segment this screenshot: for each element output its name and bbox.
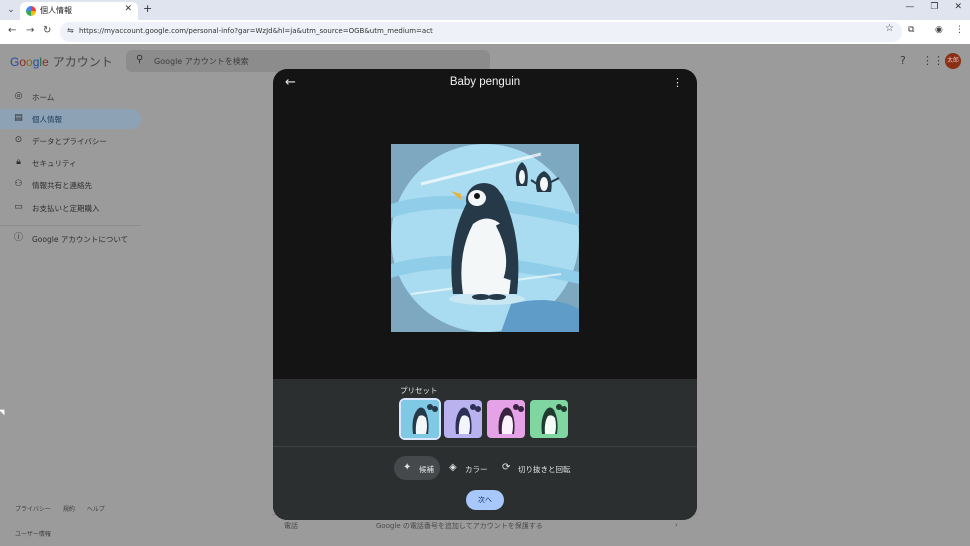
sidebar-divider — [0, 225, 141, 226]
forward-icon[interactable]: → — [26, 25, 34, 36]
sidebar-item-security[interactable]: 🔒︎ セキュリティ — [0, 153, 141, 173]
footer-privacy-link[interactable]: プライバシー — [15, 506, 51, 513]
tab-title: 個人情報 — [40, 6, 72, 15]
apps-grid-icon[interactable]: ⋮⋮ — [922, 54, 944, 67]
address-bar[interactable]: ⇋ https://myaccount.google.com/personal-… — [60, 22, 902, 42]
screen: ⌄ 個人情報 ✕ + — ❐ ✕ ← → ↻ ⇋ https://myaccou… — [0, 0, 970, 546]
new-tab-icon[interactable]: + — [143, 2, 152, 15]
person-circle-icon: ◎ — [14, 91, 23, 101]
id-card-icon: ▤ — [14, 113, 23, 123]
search-placeholder: Google アカウントを検索 — [154, 57, 249, 66]
sidebar-item-personal-info[interactable]: ▤ 個人情報 — [0, 109, 141, 129]
site-info-icon[interactable]: ⇋ — [67, 26, 74, 35]
sidebar-item-data-privacy[interactable]: ⊙ データとプライバシー — [0, 131, 141, 151]
footer-help-link[interactable]: ヘルプ — [87, 506, 105, 513]
google-favicon-icon — [26, 6, 36, 16]
penguin-preview-image — [391, 144, 579, 332]
google-account-logo[interactable]: Google アカウント — [10, 53, 113, 70]
sidebar-item-sharing[interactable]: ⚇ 情報共有と連絡先 — [0, 175, 141, 195]
footer-links: プライバシー 規約 ヘルプ — [15, 504, 115, 513]
tab-close-icon[interactable]: ✕ — [124, 4, 132, 14]
back-icon[interactable]: ← — [8, 25, 16, 36]
browser-toolbar: ← → ↻ ⇋ https://myaccount.google.com/per… — [0, 20, 970, 44]
mouse-cursor — [0, 406, 8, 416]
footer-user-info[interactable]: ユーザー情報 — [15, 529, 51, 538]
preset-thumb-green[interactable] — [530, 400, 568, 438]
profile-icon[interactable]: ◉ — [935, 25, 943, 35]
reload-icon[interactable]: ↻ — [43, 25, 51, 36]
extensions-icon[interactable]: ⧉ — [908, 25, 914, 35]
preset-thumb-pink[interactable] — [487, 400, 525, 438]
window-controls: — ❐ ✕ — [905, 2, 962, 12]
browser-tab[interactable]: 個人情報 ✕ — [20, 2, 138, 20]
search-icon: ⚲ — [136, 54, 144, 65]
preset-label: プリセット — [400, 386, 438, 395]
footer-terms-link[interactable]: 規約 — [63, 506, 75, 513]
penguin-illustration — [391, 144, 579, 332]
restore-icon[interactable]: ❐ — [930, 2, 938, 12]
phone-row-label: 電話 — [284, 522, 298, 530]
paint-bucket-icon: ◈ — [449, 462, 457, 473]
chevron-right-icon: › — [675, 521, 678, 529]
crop-rotate-button[interactable]: ⟳ 切り抜きと回転 — [493, 456, 573, 480]
magic-wand-icon: ✦ — [403, 462, 412, 473]
sidebar-item-payments[interactable]: ▭ お支払いと定期購入 — [0, 198, 141, 218]
close-window-icon[interactable]: ✕ — [954, 2, 962, 12]
bookmark-star-icon[interactable]: ☆ — [885, 23, 894, 34]
info-icon: ⓘ — [13, 233, 23, 243]
help-icon[interactable]: ? — [900, 54, 906, 67]
color-button[interactable]: ◈ カラー — [440, 456, 494, 480]
sidebar-item-about[interactable]: ⓘ Google アカウントについて — [0, 229, 141, 249]
browser-tabstrip: ⌄ 個人情報 ✕ + — ❐ ✕ — [0, 0, 970, 20]
url-text[interactable]: https://myaccount.google.com/personal-in… — [79, 27, 433, 35]
tab-search-icon[interactable]: ⌄ — [4, 3, 18, 17]
dialog-title: Baby penguin — [449, 76, 521, 88]
controls-divider — [273, 446, 697, 447]
more-options-icon[interactable]: ⋮ — [672, 76, 683, 89]
people-icon: ⚇ — [14, 179, 23, 189]
lock-icon: 🔒︎ — [16, 157, 21, 167]
crop-rotate-icon: ⟳ — [502, 462, 511, 473]
browser-menu-icon[interactable]: ⋮ — [955, 25, 964, 35]
avatar-editor-dialog: ← Baby penguin ⋮ プリセット ✦ 候補 ◈ カラー ⟳ 切り抜き… — [273, 69, 697, 520]
preset-thumb-blue[interactable] — [399, 398, 441, 440]
phone-row-text: Google の電話番号を追加してアカウントを保護する — [376, 522, 543, 530]
editor-controls: プリセット ✦ 候補 ◈ カラー ⟳ 切り抜きと回転 次へ — [273, 379, 697, 520]
preset-thumb-purple[interactable] — [444, 400, 482, 438]
minimize-icon[interactable]: — — [905, 2, 914, 12]
sidebar-item-home[interactable]: ◎ ホーム — [0, 87, 141, 107]
suggestions-button[interactable]: ✦ 候補 — [394, 456, 440, 480]
avatar[interactable]: 太郎 — [945, 53, 961, 69]
credit-card-icon: ▭ — [14, 202, 23, 212]
toggle-icon: ⊙ — [14, 135, 23, 145]
next-button[interactable]: 次へ — [466, 490, 504, 510]
